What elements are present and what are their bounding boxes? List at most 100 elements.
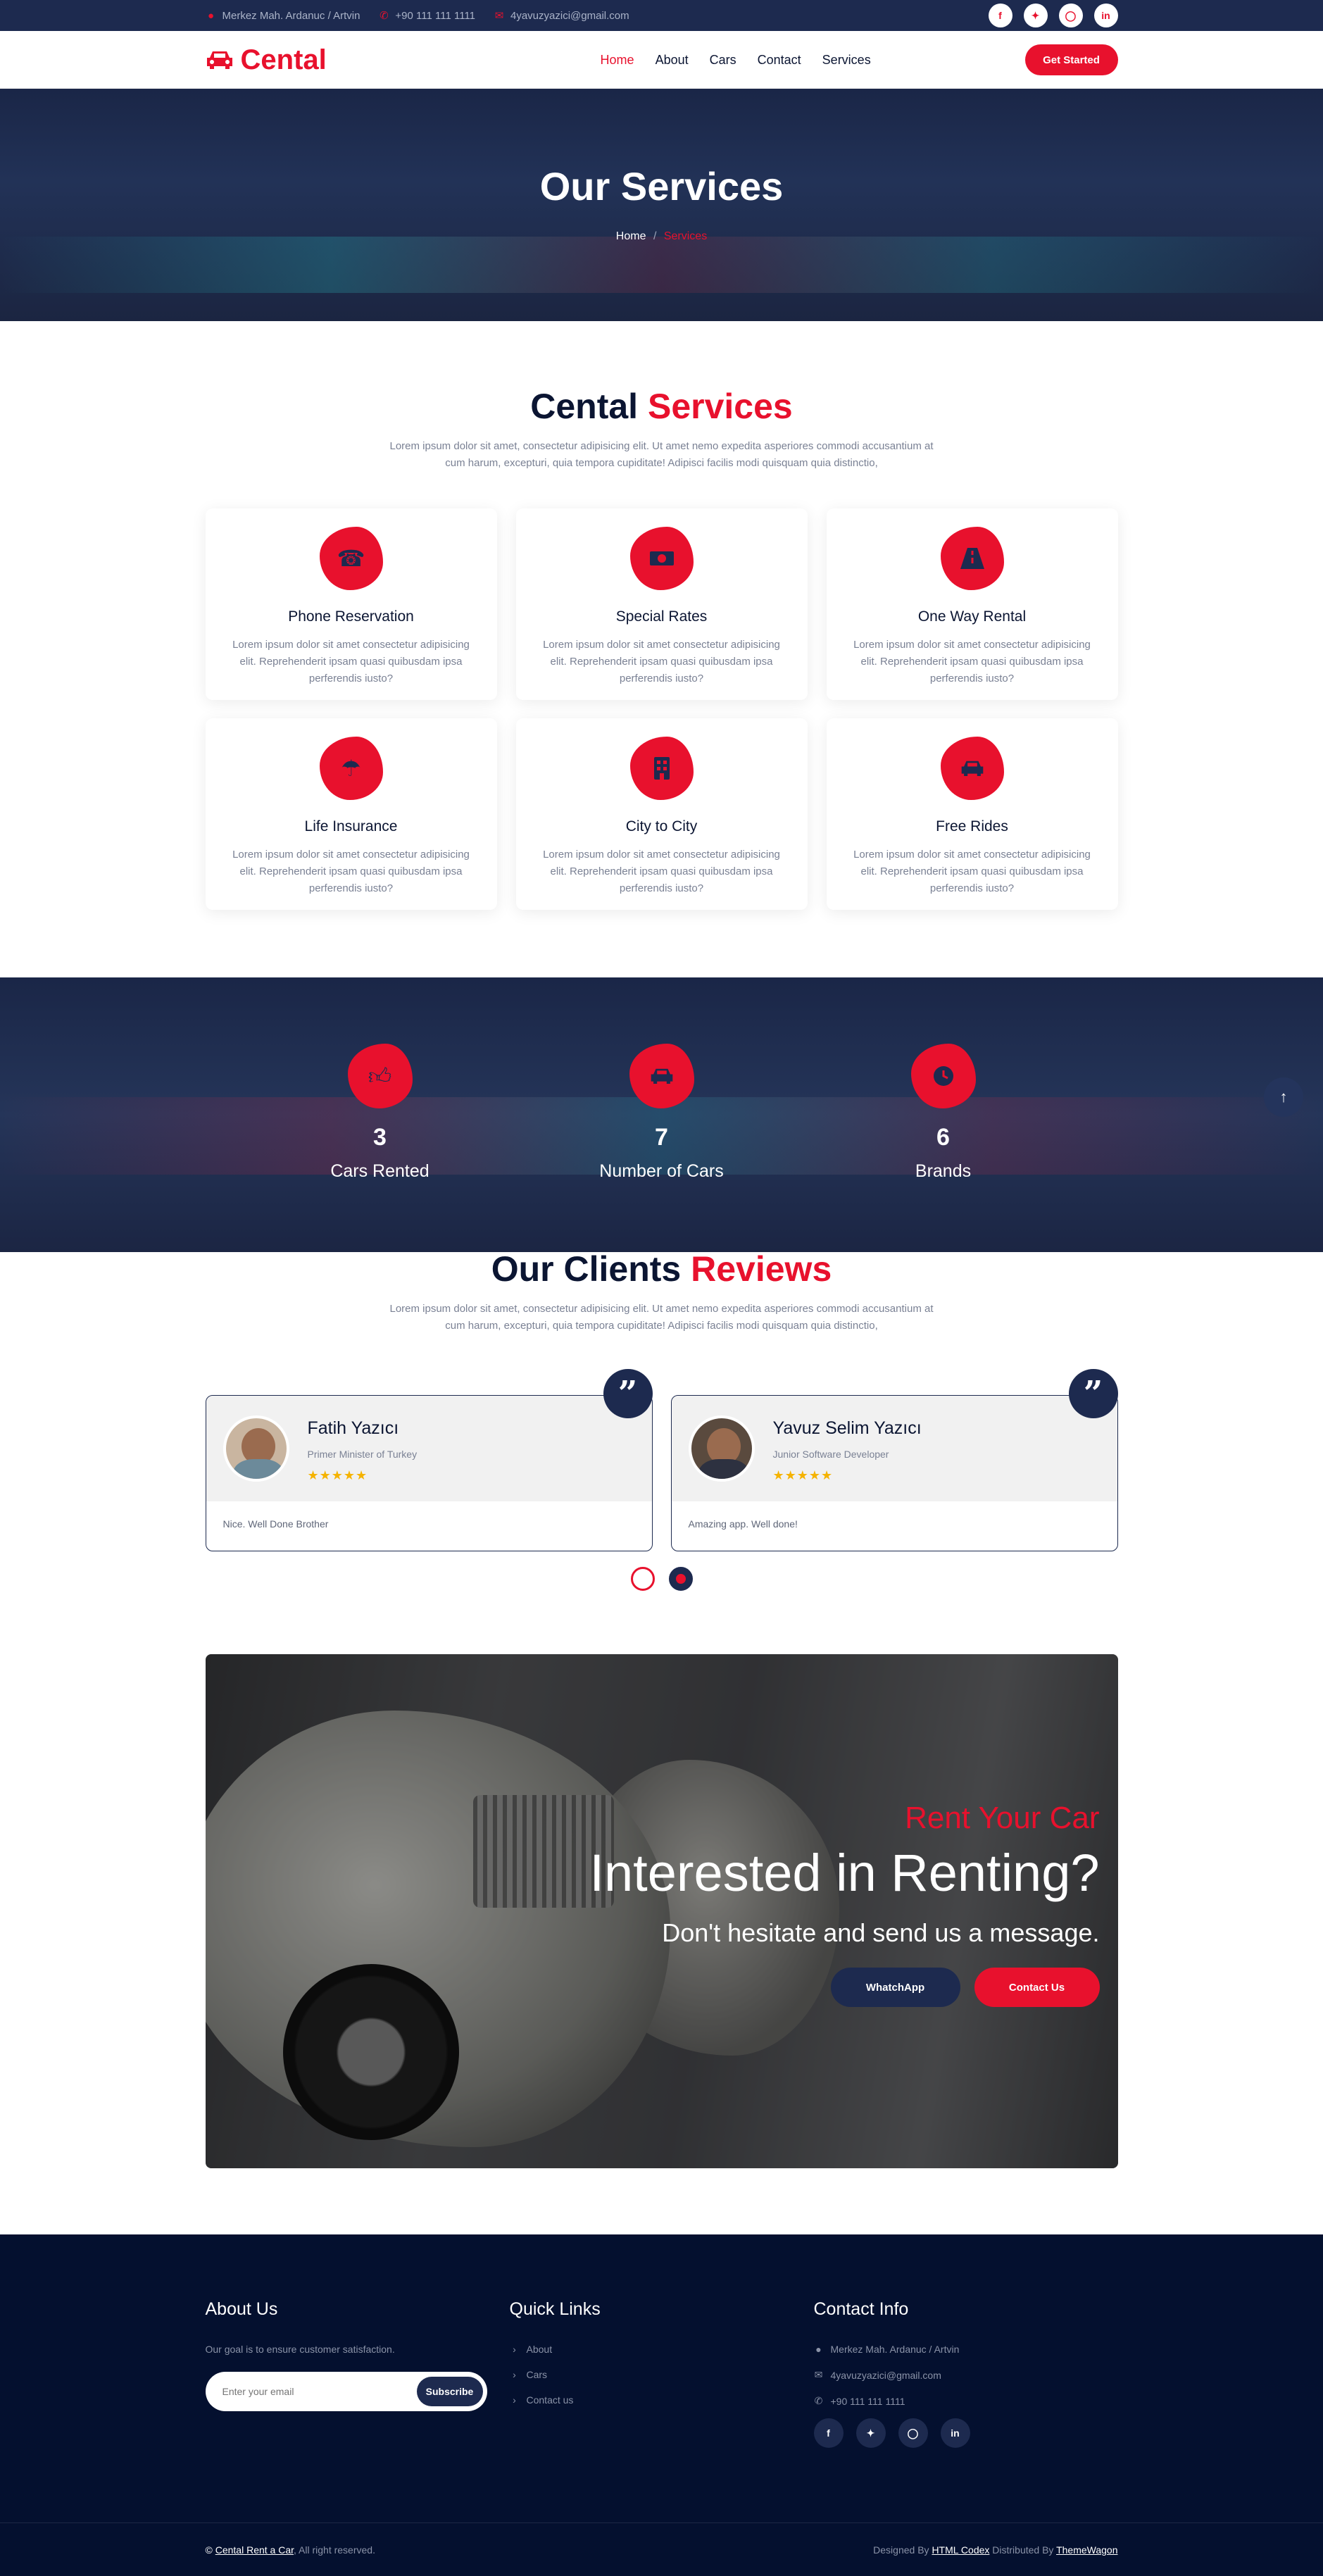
breadcrumb: Home / Services <box>0 230 1323 243</box>
service-title: Life Insurance <box>304 818 398 834</box>
service-title: Free Rides <box>936 818 1008 834</box>
footer-link-cars[interactable]: › Cars <box>510 2369 814 2380</box>
star-rating: ★★★★★ <box>307 1468 368 1482</box>
service-card: City to City Lorem ipsum dolor sit amet … <box>515 718 808 910</box>
map-marker-icon: ● <box>815 2344 822 2355</box>
footer-links-title: Quick Links <box>509 2299 601 2319</box>
footer: About Us Our goal is to ensure customer … <box>0 2234 1323 2576</box>
twitter-icon[interactable]: ✦ <box>855 2418 886 2448</box>
services-description: Lorem ipsum dolor sit amet, consectetur … <box>389 440 934 469</box>
arrow-up-icon: ↑ <box>1279 1088 1288 1106</box>
facebook-icon[interactable]: f <box>988 4 1012 27</box>
footer-contact-title: Contact Info <box>813 2299 909 2319</box>
topbar-address: ● Merkez Mah. Ardanuc / Artvin <box>206 10 360 22</box>
nav-item-contact[interactable]: Contact <box>758 53 801 68</box>
reviewer-role: Junior Software Developer <box>772 1449 889 1460</box>
avatar <box>688 1415 755 1482</box>
copyright-icon: © <box>205 2544 213 2556</box>
services-title: Cental Services <box>530 387 793 426</box>
service-card: Free Rides Lorem ipsum dolor sit amet co… <box>826 718 1118 910</box>
service-title: Special Rates <box>615 608 708 625</box>
reviewer-name: Yavuz Selim Yazıcı <box>772 1418 922 1438</box>
counter-value: 3 <box>373 1124 387 1151</box>
breadcrumb-current: Services <box>663 230 708 242</box>
nav-item-services[interactable]: Services <box>822 53 871 68</box>
services-section: Cental Services Lorem ipsum dolor sit am… <box>0 321 1323 977</box>
contact-us-button[interactable]: Contact Us <box>974 1968 1100 2007</box>
whatsapp-button[interactable]: WhatchApp <box>830 1968 960 2007</box>
rent-banner-section: Rent Your Car Interested in Renting? Don… <box>0 1654 1323 2234</box>
phone-icon: ✆ <box>814 2395 823 2406</box>
reviews-description: Lorem ipsum dolor sit amet, consectetur … <box>389 1303 934 1332</box>
review-text: Nice. Well Done Brother <box>222 1518 329 1530</box>
counter-label: Number of Cars <box>599 1161 724 1181</box>
counter-item: 7 Number of Cars <box>584 1044 739 1182</box>
topbar-phone[interactable]: ✆ +90 111 111 1111 <box>378 9 475 23</box>
service-card: ☂ Life Insurance Lorem ipsum dolor sit a… <box>205 718 497 910</box>
carousel-dot-2[interactable] <box>668 1567 693 1591</box>
car-icon <box>206 51 232 69</box>
topbar-email[interactable]: ✉ 4yavuzyazici@gmail.com <box>494 9 629 23</box>
service-title: Phone Reservation <box>288 608 414 625</box>
brand-logo[interactable]: Cental <box>206 44 327 76</box>
service-title: One Way Rental <box>917 608 1027 625</box>
phone-icon: ✆ <box>380 10 389 22</box>
service-text: Lorem ipsum dolor sit amet consectetur a… <box>853 639 1091 684</box>
service-card: Special Rates Lorem ipsum dolor sit amet… <box>515 508 808 700</box>
footer-link-about[interactable]: › About <box>510 2344 814 2355</box>
phone-icon: ☎ <box>319 527 383 590</box>
twitter-icon[interactable]: ✦ <box>1023 4 1048 27</box>
quote-icon: ” <box>1068 1369 1118 1418</box>
chevron-right-icon: › <box>513 2369 516 2380</box>
footer-contact-info: Contact Info ● Merkez Mah. Ardanuc / Artv… <box>813 2299 1118 2448</box>
distributor-link[interactable]: ThemeWagon <box>1056 2544 1117 2556</box>
footer-address: ● Merkez Mah. Ardanuc / Artvin <box>814 2344 1118 2355</box>
reviews-carousel[interactable]: ” Fatih Yazıcı Primer Minister of Turkey… <box>205 1369 1118 1551</box>
email-field[interactable] <box>222 2386 399 2397</box>
reviewer-role: Primer Minister of Turkey <box>307 1449 418 1460</box>
breadcrumb-home[interactable]: Home <box>616 230 646 242</box>
linkedin-icon[interactable]: in <box>940 2418 970 2448</box>
back-to-top-button[interactable]: ↑ <box>1264 1077 1303 1117</box>
instagram-icon[interactable]: ◯ <box>1058 4 1083 27</box>
subscribe-button[interactable]: Subscribe <box>416 2377 483 2406</box>
car-icon <box>940 737 1004 800</box>
car-icon <box>629 1044 694 1108</box>
linkedin-icon[interactable]: in <box>1093 4 1118 27</box>
avatar <box>222 1415 289 1482</box>
facebook-icon[interactable]: f <box>813 2418 844 2448</box>
reviews-section: Our Clients Reviews Lorem ipsum dolor si… <box>0 1249 1323 1654</box>
quote-icon: ” <box>603 1369 653 1418</box>
service-text: Lorem ipsum dolor sit amet consectetur a… <box>543 639 780 684</box>
footer-quick-links: Quick Links › About › Cars › Contact us <box>510 2299 814 2448</box>
footer-phone[interactable]: ✆ +90 111 111 1111 <box>814 2395 1118 2407</box>
footer-link-contact[interactable]: › Contact us <box>510 2394 814 2406</box>
carousel-dot-1[interactable] <box>630 1567 655 1591</box>
footer-about-text: Our goal is to ensure customer satisfact… <box>205 2344 395 2355</box>
footer-email[interactable]: ✉ 4yavuzyazici@gmail.com <box>814 2369 1118 2381</box>
page-title: Our Services <box>539 164 784 208</box>
nav-item-cars[interactable]: Cars <box>710 53 736 68</box>
nav-item-about[interactable]: About <box>656 53 689 68</box>
chevron-right-icon: › <box>513 2344 516 2355</box>
credits: Designed By HTML Codex Distributed By Th… <box>873 2544 1118 2556</box>
review-text: Amazing app. Well done! <box>688 1518 798 1530</box>
instagram-icon[interactable]: ◯ <box>898 2418 928 2448</box>
get-started-button[interactable]: Get Started <box>1024 44 1118 75</box>
reviews-title: Our Clients Reviews <box>491 1249 832 1289</box>
reviewer-name: Fatih Yazıcı <box>307 1418 399 1438</box>
counter-item: 6 Brands <box>866 1044 1021 1182</box>
counter-label: Cars Rented <box>330 1161 429 1181</box>
counter-value: 6 <box>936 1124 950 1151</box>
page-header: Our Services Home / Services <box>0 89 1323 321</box>
nav-item-home[interactable]: Home <box>601 53 634 68</box>
building-icon <box>629 737 694 800</box>
designer-link[interactable]: HTML Codex <box>932 2544 989 2556</box>
carousel-dots <box>206 1567 1118 1591</box>
copyright-link[interactable]: Cental Rent a Car <box>215 2544 294 2556</box>
counter-item: 👍︎ 3 Cars Rented <box>303 1044 458 1182</box>
review-card: ” Fatih Yazıcı Primer Minister of Turkey… <box>205 1369 653 1551</box>
thumbs-up-icon: 👍︎ <box>347 1044 413 1108</box>
service-text: Lorem ipsum dolor sit amet consectetur a… <box>232 639 470 684</box>
footer-about: About Us Our goal is to ensure customer … <box>205 2299 510 2448</box>
